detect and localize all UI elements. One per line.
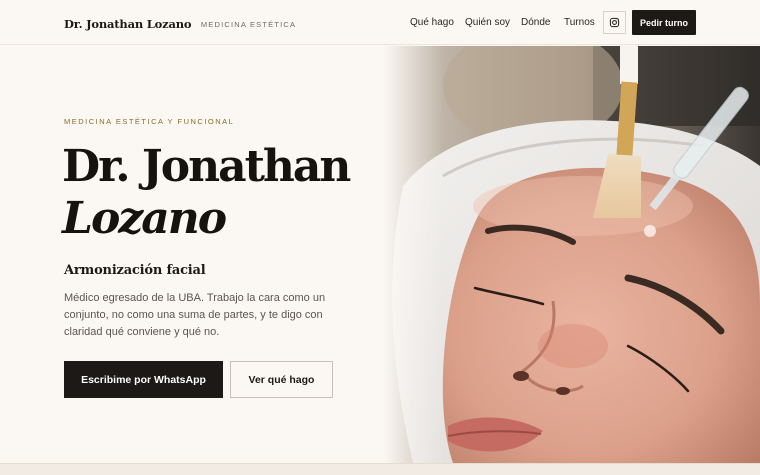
hero-title-line2: Lozano [62, 193, 227, 244]
book-appointment-button[interactable]: Pedir turno [632, 10, 696, 35]
brand-tagline: MEDICINA ESTÉTICA [200, 20, 297, 29]
hero-title-line1: Dr. Jonathan [62, 141, 351, 192]
whatsapp-button[interactable]: Escribime por WhatsApp [64, 361, 223, 398]
nav-link-donde[interactable]: Dónde [521, 17, 550, 28]
nav-link-que-hago[interactable]: Qué hago [410, 17, 454, 28]
section-divider [0, 463, 760, 475]
photo-fade-overlay [383, 46, 443, 463]
hero-photo [383, 46, 760, 463]
site-header: Dr. Jonathan Lozano MEDICINA ESTÉTICA Qu… [0, 0, 760, 45]
nav-link-quien-soy[interactable]: Quién soy [465, 17, 510, 28]
hero-subtitle: Armonización facial [64, 263, 206, 278]
nav-link-turnos[interactable]: Turnos [564, 17, 595, 28]
hero-description: Médico egresado de la UBA. Trabajo la ca… [64, 292, 326, 338]
brand-logo[interactable]: Dr. Jonathan Lozano MEDICINA ESTÉTICA [64, 15, 296, 33]
instagram-button[interactable] [603, 11, 626, 34]
hero-eyebrow: MEDICINA ESTÉTICA Y FUNCIONAL [64, 117, 235, 126]
hero-title: Dr. Jonathan Lozano [62, 141, 351, 245]
brand-name: Dr. Jonathan Lozano [64, 17, 192, 31]
instagram-icon [609, 17, 620, 28]
services-button[interactable]: Ver qué hago [230, 361, 333, 398]
